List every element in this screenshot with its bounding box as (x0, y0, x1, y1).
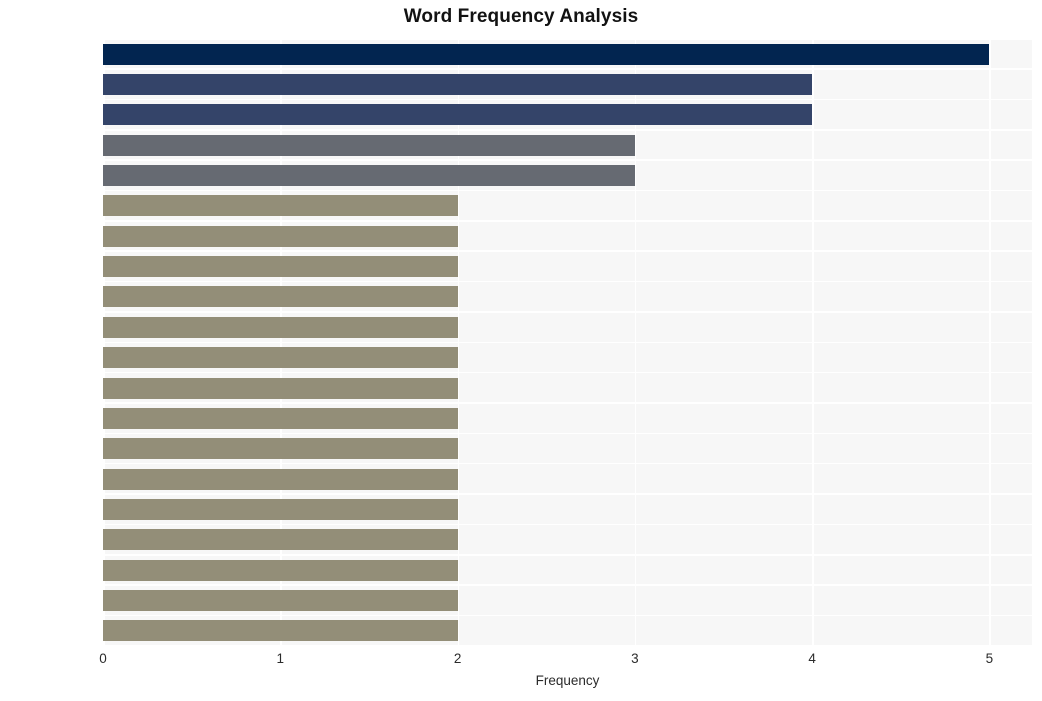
bar (103, 134, 635, 156)
y-gridline (103, 98, 1032, 101)
bar (103, 104, 813, 126)
y-gridline (103, 250, 1032, 253)
bar (103, 43, 990, 65)
y-gridline (103, 432, 1032, 435)
x-tick-label: 2 (453, 651, 462, 666)
bar (103, 377, 458, 399)
bar (103, 468, 458, 490)
y-gridline (103, 68, 1032, 70)
bar (103, 256, 458, 278)
y-gridline (103, 584, 1032, 586)
y-gridline (103, 553, 1032, 556)
y-gridline (103, 493, 1032, 495)
y-gridline (103, 38, 1032, 40)
chart-figure: Word Frequency Analysis technologyresear… (0, 0, 1042, 701)
x-tick-label: 0 (99, 651, 107, 666)
bar (103, 195, 458, 217)
y-gridline (103, 311, 1032, 313)
x-tick-label: 4 (808, 651, 816, 666)
y-gridline (103, 280, 1032, 283)
bar (103, 407, 458, 429)
bar (103, 620, 458, 642)
y-gridline (103, 189, 1032, 192)
x-axis-label: Frequency (535, 673, 600, 688)
x-tick-label: 3 (631, 651, 639, 666)
bar (103, 225, 458, 247)
bar (103, 316, 458, 338)
bar (103, 165, 635, 187)
bar (103, 347, 458, 369)
y-gridline (103, 402, 1032, 404)
y-gridline (103, 129, 1032, 131)
bar (103, 559, 458, 581)
y-gridline (103, 159, 1032, 161)
bar (103, 589, 458, 611)
bar (103, 498, 458, 520)
plot-area (103, 38, 1032, 647)
x-tick-label: 1 (276, 651, 285, 666)
bar (103, 438, 458, 460)
y-gridline (103, 341, 1032, 344)
y-gridline (103, 523, 1032, 526)
x-axis-tick-labels: 0 1 2 3 4 5 (0, 645, 1042, 671)
y-gridline (103, 371, 1032, 374)
y-gridline (103, 614, 1032, 617)
bar (103, 74, 813, 96)
chart-title: Word Frequency Analysis (403, 6, 639, 27)
bar (103, 286, 458, 308)
y-gridline (103, 462, 1032, 465)
x-tick-label: 5 (985, 651, 994, 666)
y-gridline (103, 220, 1032, 222)
bar (103, 529, 458, 551)
